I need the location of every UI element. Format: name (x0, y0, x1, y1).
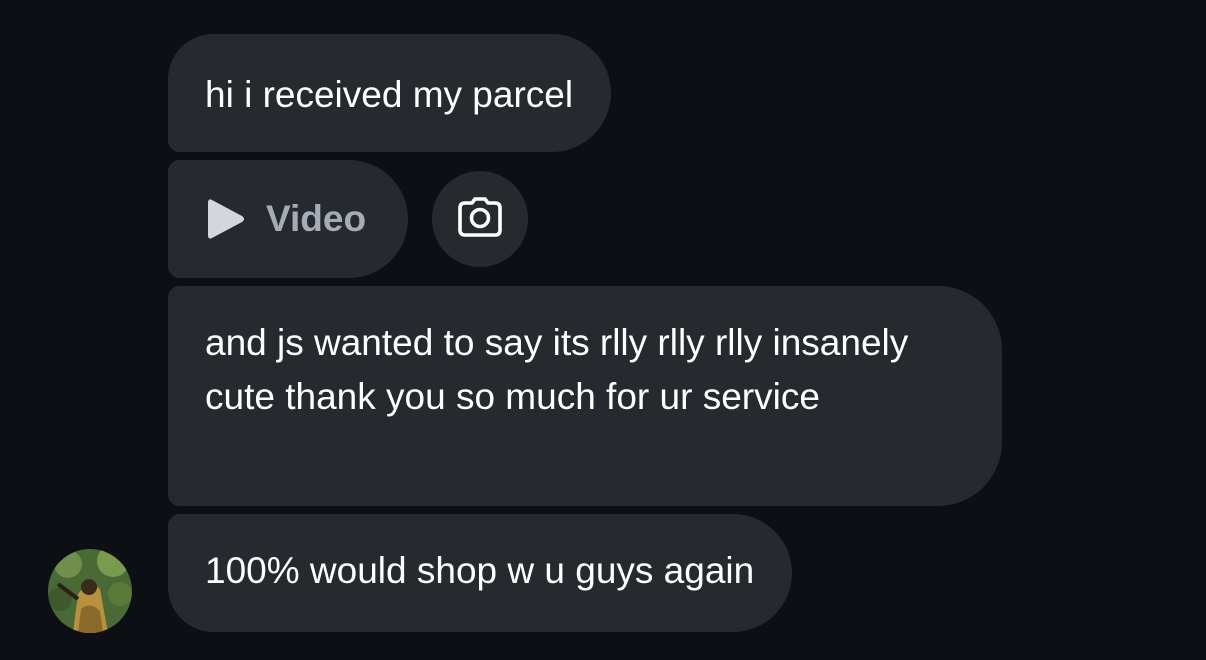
avatar[interactable] (48, 549, 132, 633)
camera-icon (457, 196, 503, 242)
message-text: 100% would shop w u guys again (205, 550, 755, 591)
message-bubble[interactable]: 100% would shop w u guys again (168, 514, 793, 632)
chat-thread: hi i received my parcel Video and js wan… (0, 0, 1206, 660)
message-text: and js wanted to say its rlly rlly rlly … (205, 322, 909, 417)
message-text: hi i received my parcel (205, 74, 574, 115)
video-attachment[interactable]: Video (168, 160, 408, 278)
message-bubble[interactable]: and js wanted to say its rlly rlly rlly … (168, 286, 1002, 506)
video-label: Video (266, 198, 367, 239)
camera-button[interactable] (432, 171, 528, 267)
message-bubble[interactable]: hi i received my parcel (168, 34, 612, 152)
play-icon (206, 197, 246, 241)
